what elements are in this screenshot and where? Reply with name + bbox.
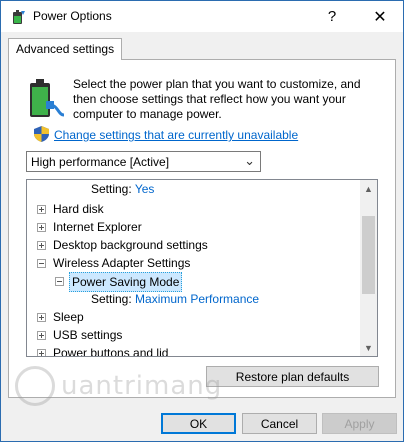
tree-node-label: Sleep xyxy=(53,310,84,324)
tree-node-wireless-adapter[interactable]: Wireless Adapter Settings xyxy=(35,254,355,272)
expand-plus-icon[interactable] xyxy=(37,205,46,214)
watermark-logo: uantrimang xyxy=(15,361,235,411)
chevron-down-icon: ⌄ xyxy=(244,153,255,168)
watermark-circle-icon xyxy=(15,366,55,406)
setting-value[interactable]: Yes xyxy=(135,182,155,196)
tree-node-label-selected: Power Saving Mode xyxy=(69,272,183,292)
uac-shield-icon xyxy=(34,126,49,142)
battery-plug-icon xyxy=(30,79,65,117)
tab-advanced-settings[interactable]: Advanced settings xyxy=(8,38,123,60)
tree-row-setting[interactable]: Setting: Yes xyxy=(91,180,154,198)
cancel-button[interactable]: Cancel xyxy=(242,413,317,434)
intro-description: Select the power plan that you want to c… xyxy=(73,77,361,121)
tree-node-hard-disk[interactable]: Hard disk xyxy=(35,200,355,218)
tree-scrollbar[interactable]: ▲ ▼ xyxy=(360,180,377,356)
tree-node-sleep[interactable]: Sleep xyxy=(35,308,355,326)
setting-label: Setting: xyxy=(91,292,132,306)
window-title: Power Options xyxy=(33,9,112,23)
setting-label: Setting: xyxy=(91,182,132,196)
ok-button[interactable]: OK xyxy=(161,413,236,434)
power-options-icon xyxy=(13,10,25,24)
settings-tree[interactable]: Setting: Yes Hard disk Internet Explorer… xyxy=(26,179,378,357)
tree-node-label: Hard disk xyxy=(53,202,104,216)
power-plan-select[interactable]: High performance [Active] ⌄ xyxy=(26,151,261,172)
tree-node-label: Wireless Adapter Settings xyxy=(53,256,191,270)
expand-plus-icon[interactable] xyxy=(37,313,46,322)
expand-plus-icon[interactable] xyxy=(37,241,46,250)
scroll-down-icon[interactable]: ▼ xyxy=(360,339,377,356)
scroll-thumb[interactable] xyxy=(362,216,375,294)
scroll-up-icon[interactable]: ▲ xyxy=(360,180,377,197)
tree-node-label: Power buttons and lid xyxy=(53,346,169,357)
tree-node-desktop-background[interactable]: Desktop background settings xyxy=(35,236,355,254)
power-options-window: Power Options ? ✕ Advanced settings Sele… xyxy=(0,0,404,442)
watermark-text: uantrimang xyxy=(61,371,223,401)
tree-node-power-saving-mode[interactable]: Power Saving Mode xyxy=(53,272,353,292)
help-button[interactable]: ? xyxy=(309,1,355,32)
expand-plus-icon[interactable] xyxy=(37,331,46,340)
tree-node-internet-explorer[interactable]: Internet Explorer xyxy=(35,218,355,236)
setting-value[interactable]: Maximum Performance xyxy=(135,292,259,306)
collapse-minus-icon[interactable] xyxy=(37,259,46,268)
expand-plus-icon[interactable] xyxy=(37,349,46,356)
title-bar: Power Options ? ✕ xyxy=(1,1,403,32)
collapse-minus-icon[interactable] xyxy=(55,277,64,286)
change-settings-link[interactable]: Change settings that are currently unava… xyxy=(54,128,298,142)
tree-node-label: Internet Explorer xyxy=(53,220,142,234)
tree-node-label: USB settings xyxy=(53,328,123,342)
tree-node-power-buttons[interactable]: Power buttons and lid xyxy=(35,344,355,357)
power-plan-selected: High performance [Active] xyxy=(31,155,170,169)
apply-button[interactable]: Apply xyxy=(322,413,397,434)
close-button[interactable]: ✕ xyxy=(357,1,403,32)
tree-node-label: Desktop background settings xyxy=(53,238,208,252)
tree-row-setting[interactable]: Setting: Maximum Performance xyxy=(91,290,259,308)
expand-plus-icon[interactable] xyxy=(37,223,46,232)
tree-node-usb-settings[interactable]: USB settings xyxy=(35,326,355,344)
